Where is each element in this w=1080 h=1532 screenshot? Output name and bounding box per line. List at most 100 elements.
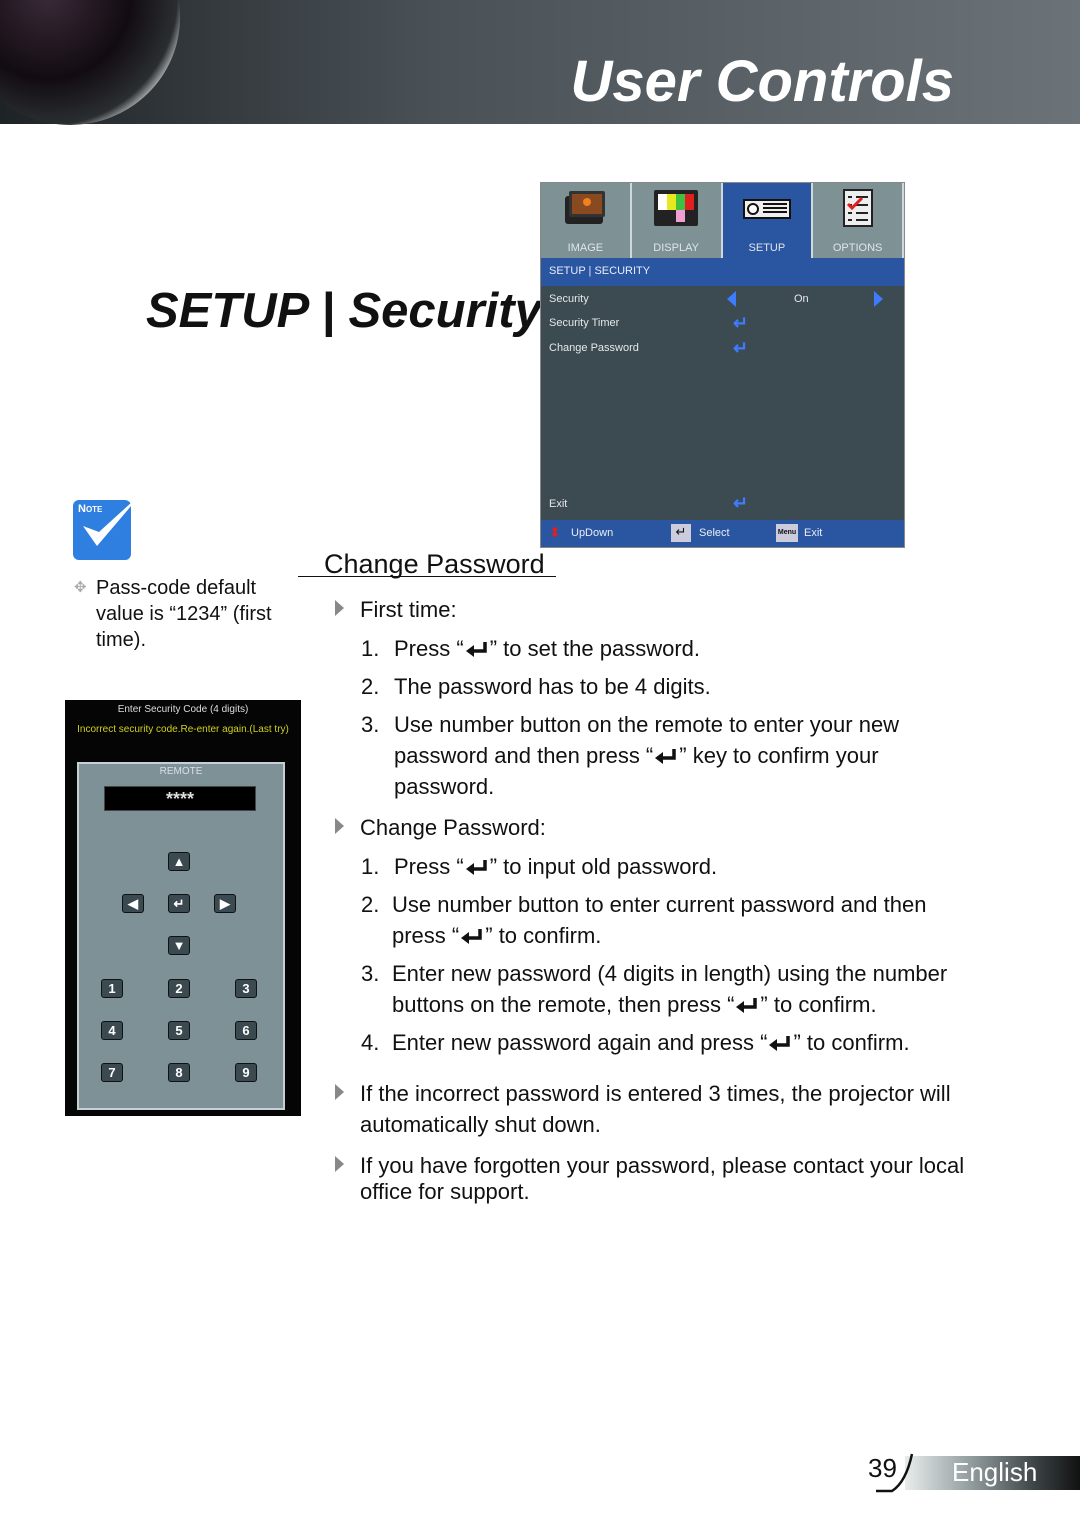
step-text: press “ ” to confirm. xyxy=(392,923,601,949)
enter-icon[interactable]: ↵ xyxy=(733,338,748,359)
change-password-heading: Change Password xyxy=(324,549,545,579)
enter-icon[interactable]: ↵ xyxy=(733,313,748,334)
step-number: 3. xyxy=(361,961,380,986)
section-title: SETUP | Security xyxy=(146,284,542,338)
arrow-right-icon[interactable] xyxy=(874,291,883,307)
step-number: 1. xyxy=(361,854,380,879)
step-text: Press “ ” to input old password. xyxy=(394,854,717,880)
menu-key-icon: Menu xyxy=(776,524,798,542)
dialog-title: Enter Security Code (4 digits) xyxy=(117,704,249,715)
step-text-part: ” key to confirm your xyxy=(679,743,879,768)
osd-row-security-timer[interactable]: Security Timer xyxy=(549,317,619,329)
forgot-text: If you have forgotten your password, ple… xyxy=(360,1153,965,1178)
enter-icon xyxy=(767,1034,793,1052)
tab-image[interactable]: IMAGE xyxy=(541,183,632,258)
step-text-part: SETUP xyxy=(748,242,786,254)
remote-panel: REMOTE **** ▲ ◀ ↵ ▶ ▼ 1 2 3 4 5 6 7 8 9 xyxy=(77,762,285,1110)
step-text: The password has to be 4 digits. xyxy=(394,674,711,699)
step-number: 4. xyxy=(361,1030,380,1055)
remote-label: REMOTE xyxy=(159,766,203,777)
language-label: English xyxy=(952,1457,1038,1487)
step-text: Use number button to enter current passw… xyxy=(392,892,927,917)
osd-footer: ⬍ UpDown ↵ Select Menu Exit xyxy=(541,520,904,547)
osd-breadcrumb: SETUP | SECURITY xyxy=(541,258,904,286)
tab-options[interactable]: OPTIONS xyxy=(813,183,904,258)
step-text-part: OPTIONS xyxy=(832,242,883,254)
checklist-icon xyxy=(842,189,873,227)
updown-label: UpDown xyxy=(571,527,614,539)
step-text-part: Enter new password again and press “ xyxy=(392,1030,768,1055)
step-text: Enter new password again and press “ ” to… xyxy=(392,1030,910,1056)
step-number: 2. xyxy=(361,674,380,699)
incorrect-text: automatically shut down. xyxy=(360,1112,601,1137)
left-key[interactable]: ◀ xyxy=(122,894,144,913)
key-4[interactable]: 4 xyxy=(101,1021,123,1040)
step-text: password and then press “ ” key to confir… xyxy=(394,743,879,769)
down-key[interactable]: ▼ xyxy=(168,936,190,955)
enter-key-icon: ↵ xyxy=(671,524,691,542)
enter-icon xyxy=(464,858,490,876)
key-2[interactable]: 2 xyxy=(168,979,190,998)
tab-display[interactable]: DISPLAY xyxy=(631,183,723,258)
code-input[interactable]: **** xyxy=(104,786,256,811)
page-number: 39 xyxy=(868,1453,897,1483)
tab-setup[interactable]: SETUP xyxy=(722,183,814,258)
step-text-part: DISPLAY xyxy=(653,242,699,254)
key-8[interactable]: 8 xyxy=(168,1063,190,1082)
updown-icon: ⬍ xyxy=(549,524,561,540)
note-icon: Note xyxy=(73,492,143,560)
step-text-part: ” to confirm. xyxy=(485,923,602,948)
select-label: Select xyxy=(699,527,730,539)
step-text-part: Press “ xyxy=(394,636,464,661)
header-title: User Controls xyxy=(570,49,954,114)
enter-icon xyxy=(459,927,485,945)
dialog-error: Incorrect security code.Re-enter again.(… xyxy=(77,724,289,735)
enter-icon xyxy=(464,640,490,658)
forgot-text: office for support. xyxy=(360,1179,530,1204)
enter-icon xyxy=(734,996,760,1014)
first-time-label: First time: xyxy=(360,597,457,622)
osd-row-exit[interactable]: Exit xyxy=(549,498,567,510)
step-number: 1. xyxy=(361,636,380,661)
key-6[interactable]: 6 xyxy=(235,1021,257,1040)
step-text-part: ” to set the password. xyxy=(489,636,701,661)
step-number: 3. xyxy=(361,712,380,737)
triangle-bullet-icon xyxy=(335,1156,344,1172)
step-text: password. xyxy=(394,774,495,799)
key-5[interactable]: 5 xyxy=(168,1021,190,1040)
step-text-part: ” to input old password. xyxy=(489,854,718,879)
step-text-part: press “ xyxy=(392,923,460,948)
key-9[interactable]: 9 xyxy=(235,1063,257,1082)
step-text: Use number button on the remote to enter… xyxy=(394,712,900,737)
osd-row-security[interactable]: Security xyxy=(549,293,589,305)
triangle-bullet-icon xyxy=(335,818,344,834)
key-7[interactable]: 7 xyxy=(101,1063,123,1082)
step-text-part: ” to confirm. xyxy=(793,1030,910,1055)
incorrect-text: If the incorrect password is entered 3 t… xyxy=(360,1081,951,1106)
diamond-bullet-icon: ✥ xyxy=(74,579,87,596)
up-key[interactable]: ▲ xyxy=(168,852,190,871)
security-code-dialog: Enter Security Code (4 digits) Incorrect… xyxy=(65,700,301,1116)
image-icon xyxy=(565,191,606,224)
osd-menu: IMAGE DISPLAY SETUP OPTIONS SETUP | SECU… xyxy=(540,182,905,548)
key-3[interactable]: 3 xyxy=(235,979,257,998)
display-icon xyxy=(654,190,699,226)
projector-icon xyxy=(742,199,791,219)
triangle-bullet-icon xyxy=(335,1084,344,1100)
step-text: Enter new password (4 digits in length) … xyxy=(392,961,948,986)
note-text: Pass-code default value is “1234” (first… xyxy=(96,577,272,651)
right-key[interactable]: ▶ xyxy=(214,894,236,913)
triangle-bullet-icon xyxy=(335,600,344,616)
step-text: Press “ ” to set the password. xyxy=(394,636,700,662)
step-text: buttons on the remote, then press “ ” to … xyxy=(392,992,877,1018)
step-text-part: ” to confirm. xyxy=(760,992,877,1017)
osd-security-value: On xyxy=(794,293,809,305)
key-1[interactable]: 1 xyxy=(101,979,123,998)
step-text-part: password and then press “ xyxy=(394,743,654,768)
osd-row-change-password[interactable]: Change Password xyxy=(549,342,639,354)
enter-icon xyxy=(653,747,679,765)
enter-icon[interactable]: ↵ xyxy=(733,493,748,514)
change-password-label: Change Password: xyxy=(360,815,546,840)
enter-key[interactable]: ↵ xyxy=(168,894,190,913)
arrow-left-icon[interactable] xyxy=(727,291,736,307)
